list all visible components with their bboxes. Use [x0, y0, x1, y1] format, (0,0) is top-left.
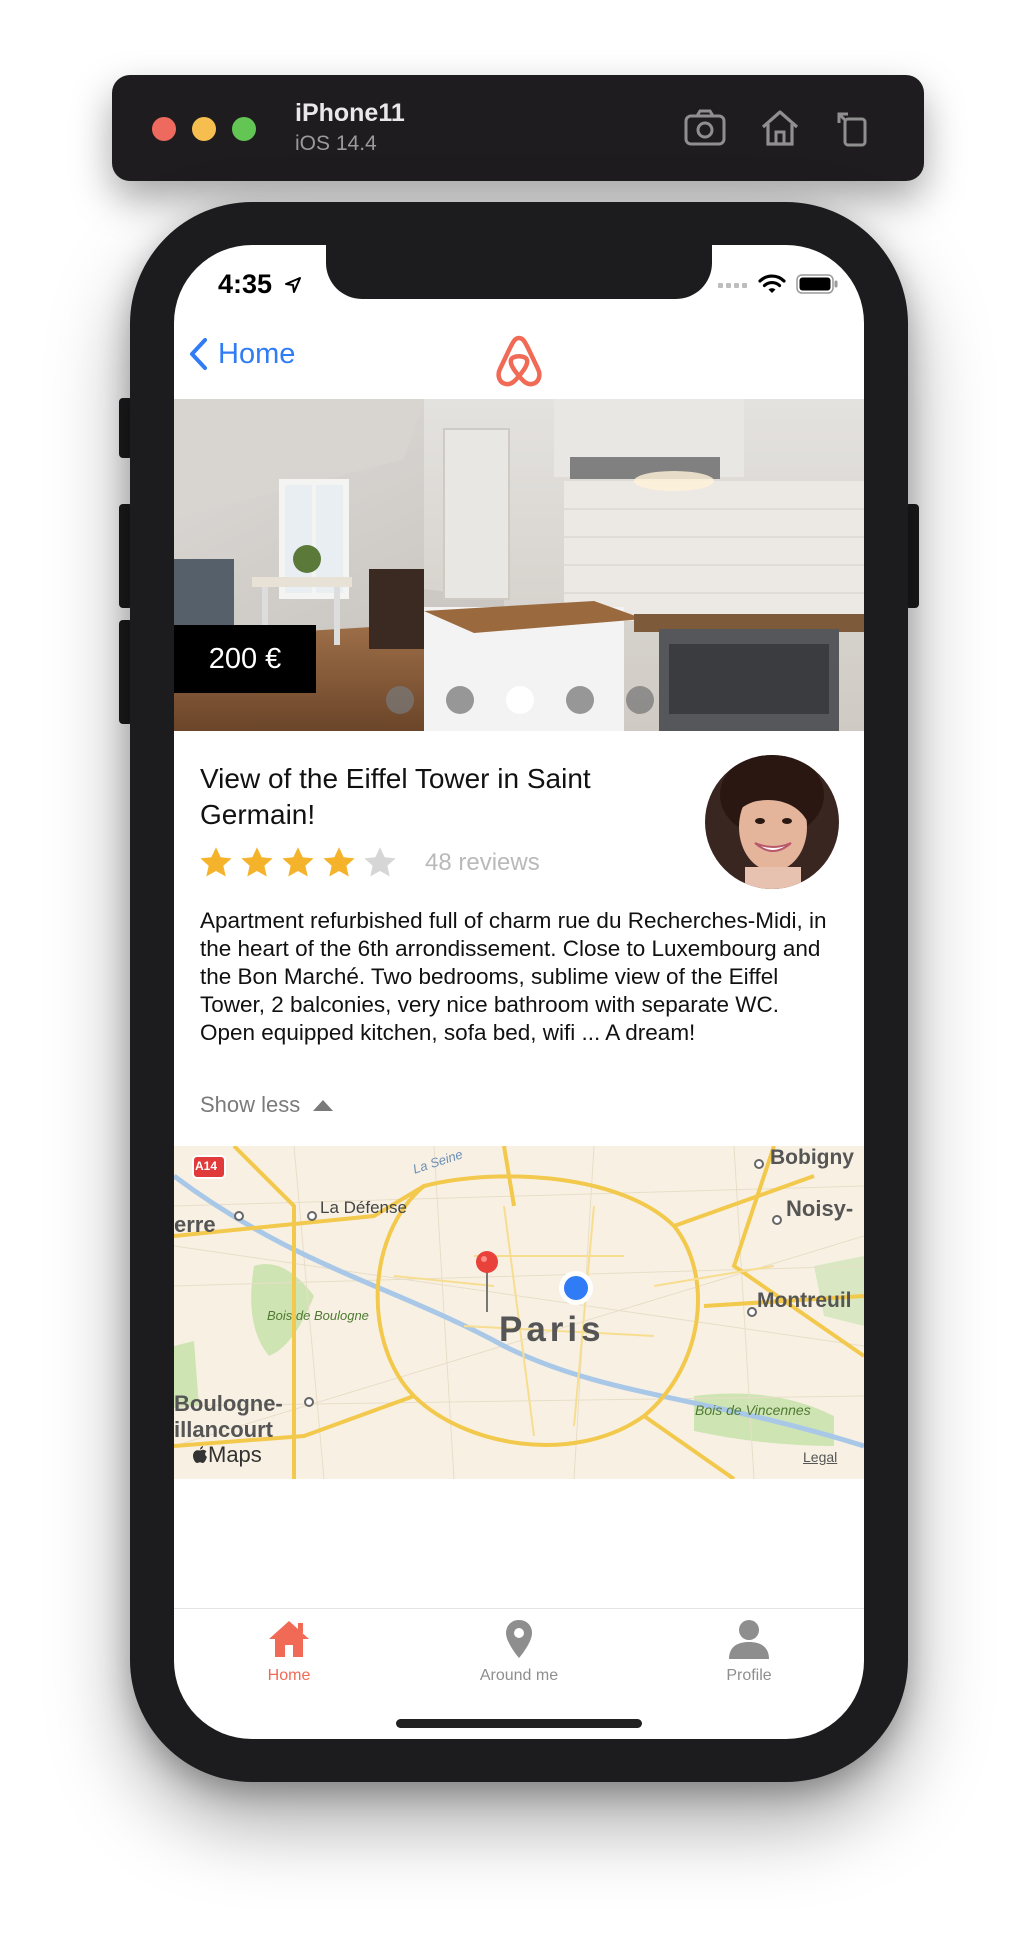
home-icon — [269, 1621, 309, 1657]
star-filled-icon — [323, 847, 355, 877]
notch — [326, 245, 712, 299]
tab-home[interactable]: Home — [209, 1619, 369, 1685]
apple-maps-label: Maps — [208, 1442, 262, 1467]
simulator-toolbar: iPhone11 iOS 14.4 — [112, 75, 924, 181]
tab-home-label: Home — [267, 1667, 311, 1684]
rotate-icon[interactable] — [830, 105, 876, 151]
show-less-label: Show less — [200, 1092, 301, 1117]
carousel-dot[interactable] — [386, 686, 414, 714]
device-name: iPhone11 — [295, 99, 405, 127]
minimize-window-button[interactable] — [192, 117, 216, 141]
price-tag: 200 € — [174, 625, 316, 693]
map-pin-icon — [506, 1620, 532, 1658]
carousel-dot[interactable] — [626, 686, 654, 714]
home-indicator[interactable] — [396, 1719, 642, 1728]
device-os-version: iOS 14.4 — [295, 132, 377, 155]
star-filled-icon — [241, 847, 273, 877]
status-time: 4:35 — [218, 269, 302, 300]
carousel-dot[interactable] — [446, 686, 474, 714]
star-rating: 48 reviews — [198, 845, 540, 881]
tab-around-me-label: Around me — [479, 1667, 559, 1684]
map-label-a14: A14 — [195, 1159, 218, 1173]
apple-logo-icon — [193, 1446, 207, 1463]
airbnb-logo-icon — [495, 334, 543, 393]
caret-up-icon — [313, 1100, 334, 1111]
battery-icon — [796, 274, 838, 294]
map-label-nanterre: erre — [174, 1212, 216, 1237]
zoom-window-button[interactable] — [232, 117, 256, 141]
star-filled-icon — [200, 847, 232, 877]
screenshot-icon[interactable] — [682, 105, 728, 151]
chevron-left-icon — [190, 338, 207, 370]
tab-profile-label: Profile — [726, 1667, 772, 1684]
carousel-dot[interactable] — [566, 686, 594, 714]
listing-description: Apartment refurbished full of charm rue … — [200, 908, 827, 1045]
back-button[interactable]: Home — [188, 337, 295, 371]
map-label-paris: Paris — [499, 1310, 605, 1349]
close-window-button[interactable] — [152, 117, 176, 141]
back-button-label: Home — [218, 337, 296, 370]
carousel-dot-active[interactable] — [506, 686, 534, 714]
apple-maps-attribution[interactable]: Maps — [192, 1442, 262, 1468]
review-count: 48 reviews — [425, 849, 540, 876]
map-label-boulogne: Boulogne- — [174, 1391, 283, 1416]
host-avatar[interactable] — [705, 755, 839, 889]
home-icon[interactable] — [757, 105, 803, 151]
map-label-billancourt: illancourt — [174, 1417, 274, 1442]
map-label-montreuil: Montreuil — [757, 1289, 852, 1312]
user-icon — [729, 1620, 769, 1659]
tab-around-me[interactable]: Around me — [439, 1619, 599, 1685]
tab-profile[interactable]: Profile — [669, 1619, 829, 1685]
listing-title: View of the Eiffel Tower in Saint Germai… — [200, 763, 591, 830]
status-time-text: 4:35 — [218, 269, 273, 299]
carousel-dots — [386, 686, 654, 714]
wifi-icon — [758, 274, 786, 293]
map-label-bois-de-boulogne: Bois de Boulogne — [267, 1308, 369, 1323]
map-legal-link[interactable]: Legal — [803, 1449, 837, 1465]
show-less-button[interactable]: Show less — [200, 1092, 334, 1118]
map-label-bobigny: Bobigny — [770, 1146, 854, 1169]
location-map[interactable]: A14 La Seine La Défense erre Bobigny Noi… — [174, 1146, 864, 1479]
phone-screen: 4:35 Home 200 € View of the Eiffel Tower… — [174, 245, 864, 1739]
map-label-la-defense: La Défense — [320, 1198, 407, 1217]
listing-pin-icon[interactable] — [475, 1250, 499, 1314]
star-empty-icon — [364, 847, 396, 877]
current-location-icon — [559, 1271, 593, 1305]
signal-icon — [718, 283, 747, 288]
star-filled-icon — [282, 847, 314, 877]
map-label-noisy: Noisy- — [786, 1196, 854, 1221]
location-arrow-icon — [284, 277, 301, 293]
status-icons — [718, 273, 838, 295]
map-label-bois-de-vincennes: Bois de Vincennes — [695, 1402, 811, 1418]
listing-photo-carousel[interactable]: 200 € — [174, 399, 864, 731]
tab-bar: Home Around me Profile — [174, 1608, 864, 1709]
